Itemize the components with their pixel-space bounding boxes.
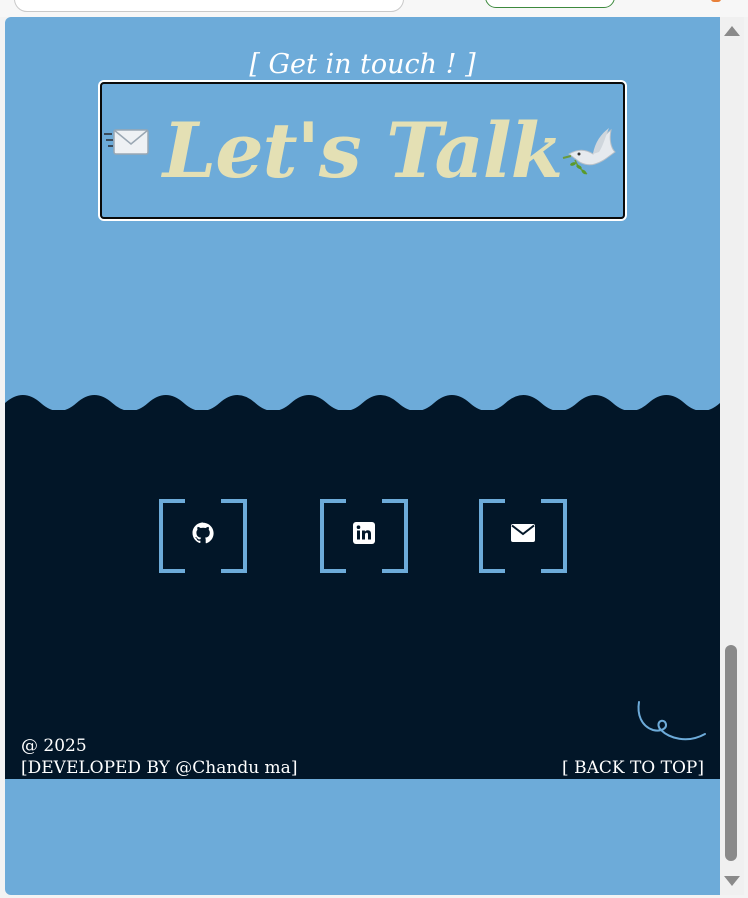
bracket-left bbox=[320, 499, 346, 573]
lets-talk-banner: Let's Talk bbox=[100, 82, 625, 219]
envelope-icon bbox=[104, 122, 152, 166]
lets-talk-title: Let's Talk bbox=[162, 105, 563, 195]
squiggle-decoration bbox=[637, 701, 706, 741]
bracket-right bbox=[541, 499, 567, 573]
linkedin-link[interactable] bbox=[320, 499, 408, 573]
mail-icon bbox=[511, 524, 535, 546]
bracket-left bbox=[479, 499, 505, 573]
bracket-left bbox=[159, 499, 185, 573]
linkedin-icon bbox=[353, 522, 375, 548]
get-in-touch-subtitle: [ Get in touch ! ] bbox=[249, 49, 476, 80]
bracket-right bbox=[382, 499, 408, 573]
vertical-scrollbar[interactable] bbox=[720, 17, 744, 895]
back-to-top-link[interactable]: [ BACK TO TOP] bbox=[562, 757, 704, 779]
toolbar-button[interactable] bbox=[485, 0, 615, 8]
github-link[interactable] bbox=[159, 499, 247, 573]
developed-by-text: [DEVELOPED BY @Chandu ma] bbox=[21, 758, 298, 778]
email-link[interactable] bbox=[479, 499, 567, 573]
extension-icon[interactable] bbox=[711, 0, 721, 2]
page-viewport: [ Get in touch ! ] Let's Talk @ 2025 [DE… bbox=[5, 17, 720, 895]
bracket-right bbox=[221, 499, 247, 573]
scroll-up-arrow-icon[interactable] bbox=[724, 26, 740, 36]
github-icon bbox=[191, 521, 215, 549]
scroll-down-arrow-icon[interactable] bbox=[724, 876, 740, 886]
copyright-text: @ 2025 bbox=[21, 736, 87, 756]
footer-section bbox=[5, 410, 720, 779]
dove-icon bbox=[559, 120, 621, 186]
scroll-thumb[interactable] bbox=[725, 645, 737, 861]
browser-toolbar bbox=[0, 0, 748, 17]
address-bar[interactable] bbox=[14, 0, 404, 12]
